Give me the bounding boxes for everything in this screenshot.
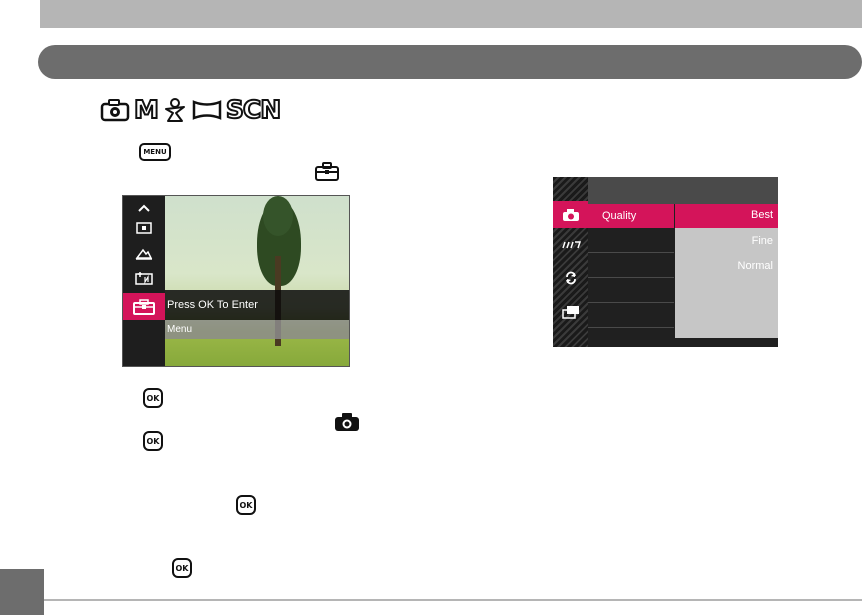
section-heading-bar: [38, 45, 862, 79]
camera-auto-icon: [100, 98, 130, 122]
scene-portrait-icon: [162, 97, 188, 123]
menu-button-icon: MENU: [139, 143, 171, 161]
manual-mode-letter: M: [133, 95, 160, 125]
tab-camera-selected[interactable]: [553, 201, 588, 228]
menu-row[interactable]: [588, 228, 674, 253]
playback-settings-icon[interactable]: [553, 299, 588, 325]
bottom-rule: [44, 599, 862, 601]
landscape-icon: [123, 241, 165, 265]
scene-mode-letters: SCN: [225, 95, 282, 125]
mode-icons-row: M SCN: [100, 95, 282, 125]
mode-rail: [123, 196, 165, 366]
quality-menu-screen: Quality Best Fine Normal: [553, 177, 778, 347]
burst-icon[interactable]: [553, 232, 588, 258]
ok-button-icon: OK: [236, 495, 256, 515]
menu-row[interactable]: [588, 303, 674, 328]
date-stamp-icon: [123, 266, 165, 290]
option-best[interactable]: Best: [675, 209, 773, 221]
option-fine[interactable]: Fine: [675, 235, 773, 247]
menu-row[interactable]: [588, 253, 674, 278]
page-number-tab: [0, 569, 44, 615]
setup-toolbox-icon: [123, 293, 165, 320]
top-bar: [40, 0, 862, 28]
camera-icon: [553, 201, 588, 228]
ok-button-icon: OK: [143, 431, 163, 451]
menu-entry-screen: Press OK To Enter Menu: [122, 195, 350, 367]
menu-header: [588, 177, 778, 204]
single-shot-icon: [123, 216, 165, 240]
ok-button-icon: OK: [143, 388, 163, 408]
setup-toolbox-icon: [314, 162, 340, 187]
rail-item-setup-selected[interactable]: [123, 293, 165, 320]
refresh-icon[interactable]: [553, 265, 588, 291]
press-ok-banner: Press OK To Enter: [165, 290, 349, 320]
landscape-preview: [165, 196, 349, 366]
menu-label: Menu: [165, 320, 349, 339]
menu-tab-rail: [553, 177, 588, 347]
menu-item-quality[interactable]: Quality: [588, 204, 674, 228]
option-normal[interactable]: Normal: [675, 260, 773, 272]
panorama-icon: [192, 98, 222, 122]
menu-row[interactable]: [588, 278, 674, 303]
ok-button-icon: OK: [172, 558, 192, 578]
tree-top: [263, 196, 293, 236]
camera-icon: [334, 412, 360, 437]
